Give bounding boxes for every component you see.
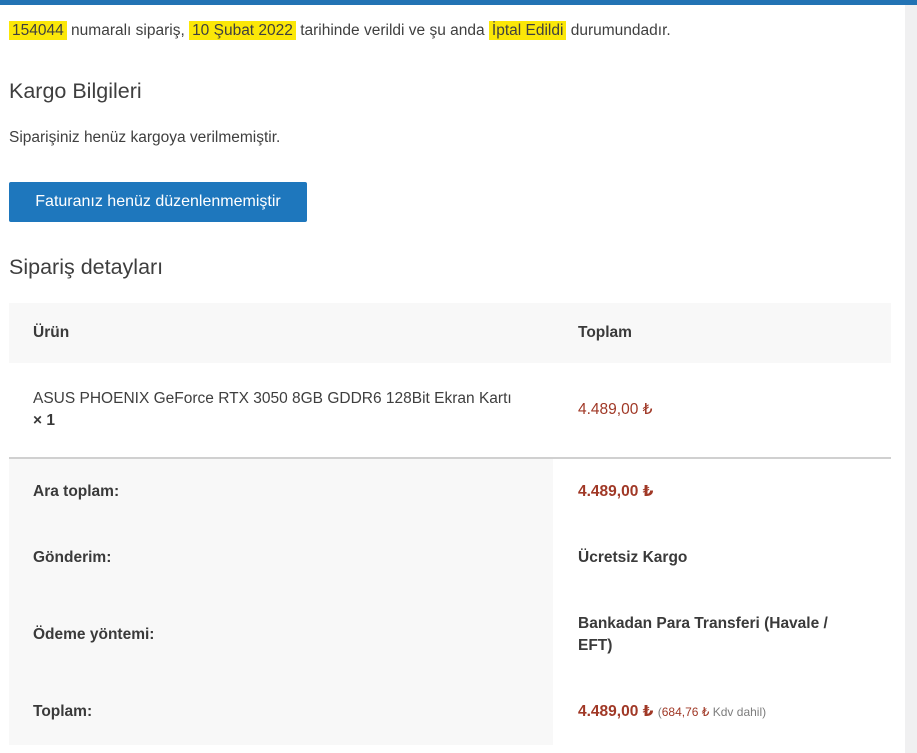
top-accent-bar xyxy=(0,0,917,5)
shipping-value-cell: Ücretsiz Kargo xyxy=(553,525,891,591)
shipping-label: Gönderim: xyxy=(9,525,553,591)
invoice-status-button[interactable]: Faturanız henüz düzenlenmemiştir xyxy=(9,182,307,222)
product-total-amount: 4.489,00 ₺ xyxy=(578,401,653,418)
summary-text: tarihinde verildi ve şu anda xyxy=(295,22,489,39)
order-details-table: Ürün Toplam ASUS PHOENIX GeForce RTX 305… xyxy=(9,303,891,745)
subtotal-label: Ara toplam: xyxy=(9,457,553,525)
column-header-total: Toplam xyxy=(553,303,891,363)
table-header-row: Ürün Toplam xyxy=(9,303,891,363)
grand-total-amount: 4.489,00 ₺ xyxy=(578,703,654,720)
shipping-section-title: Kargo Bilgileri xyxy=(9,79,142,103)
shipping-status-message: Siparişiniz henüz kargoya verilmemiştir. xyxy=(9,129,281,146)
product-name: ASUS PHOENIX GeForce RTX 3050 8GB GDDR6 … xyxy=(33,390,512,407)
subtotal-value-cell: 4.489,00 ₺ xyxy=(553,457,891,525)
order-status-highlight: İptal Edildi xyxy=(488,21,567,40)
product-total-cell: 4.489,00 ₺ xyxy=(553,363,891,458)
order-number-highlight: 154044 xyxy=(9,21,67,40)
payment-method-label: Ödeme yöntemi: xyxy=(9,591,553,679)
grand-total-label: Toplam: xyxy=(9,679,553,745)
subtotal-row: Ara toplam: 4.489,00 ₺ xyxy=(9,457,891,525)
order-detail-page: 154044 numaralı sipariş, 10 Şubat 2022 t… xyxy=(0,5,905,745)
grand-total-row: Toplam: 4.489,00 ₺ (684,76 ₺ Kdv dahil) xyxy=(9,679,891,745)
tax-included-note: (684,76 ₺ Kdv dahil) xyxy=(658,705,766,719)
order-status-summary: 154044 numaralı sipariş, 10 Şubat 2022 t… xyxy=(9,20,905,42)
payment-method-value-cell: Bankadan Para Transferi (Havale / EFT) xyxy=(553,591,891,679)
summary-text: numaralı sipariş, xyxy=(66,22,190,39)
payment-method-row: Ödeme yöntemi: Bankadan Para Transferi (… xyxy=(9,591,891,679)
summary-text: durumundadır. xyxy=(566,22,671,39)
shipping-row: Gönderim: Ücretsiz Kargo xyxy=(9,525,891,591)
subtotal-amount: 4.489,00 ₺ xyxy=(578,483,654,500)
column-header-product: Ürün xyxy=(9,303,553,363)
order-date-highlight: 10 Şubat 2022 xyxy=(189,21,296,40)
order-details-title: Sipariş detayları xyxy=(9,255,164,279)
tax-note-close: Kdv dahil) xyxy=(709,705,767,719)
scrollbar-track[interactable] xyxy=(905,0,917,753)
order-item-row: ASUS PHOENIX GeForce RTX 3050 8GB GDDR6 … xyxy=(9,363,891,458)
product-quantity: × 1 xyxy=(33,412,55,429)
grand-total-value-cell: 4.489,00 ₺ (684,76 ₺ Kdv dahil) xyxy=(553,679,891,745)
shipping-method: Ücretsiz Kargo xyxy=(578,549,688,566)
payment-method: Bankadan Para Transferi (Havale / EFT) xyxy=(578,615,828,654)
tax-amount: 684,76 ₺ xyxy=(661,705,710,719)
product-cell: ASUS PHOENIX GeForce RTX 3050 8GB GDDR6 … xyxy=(9,363,553,458)
